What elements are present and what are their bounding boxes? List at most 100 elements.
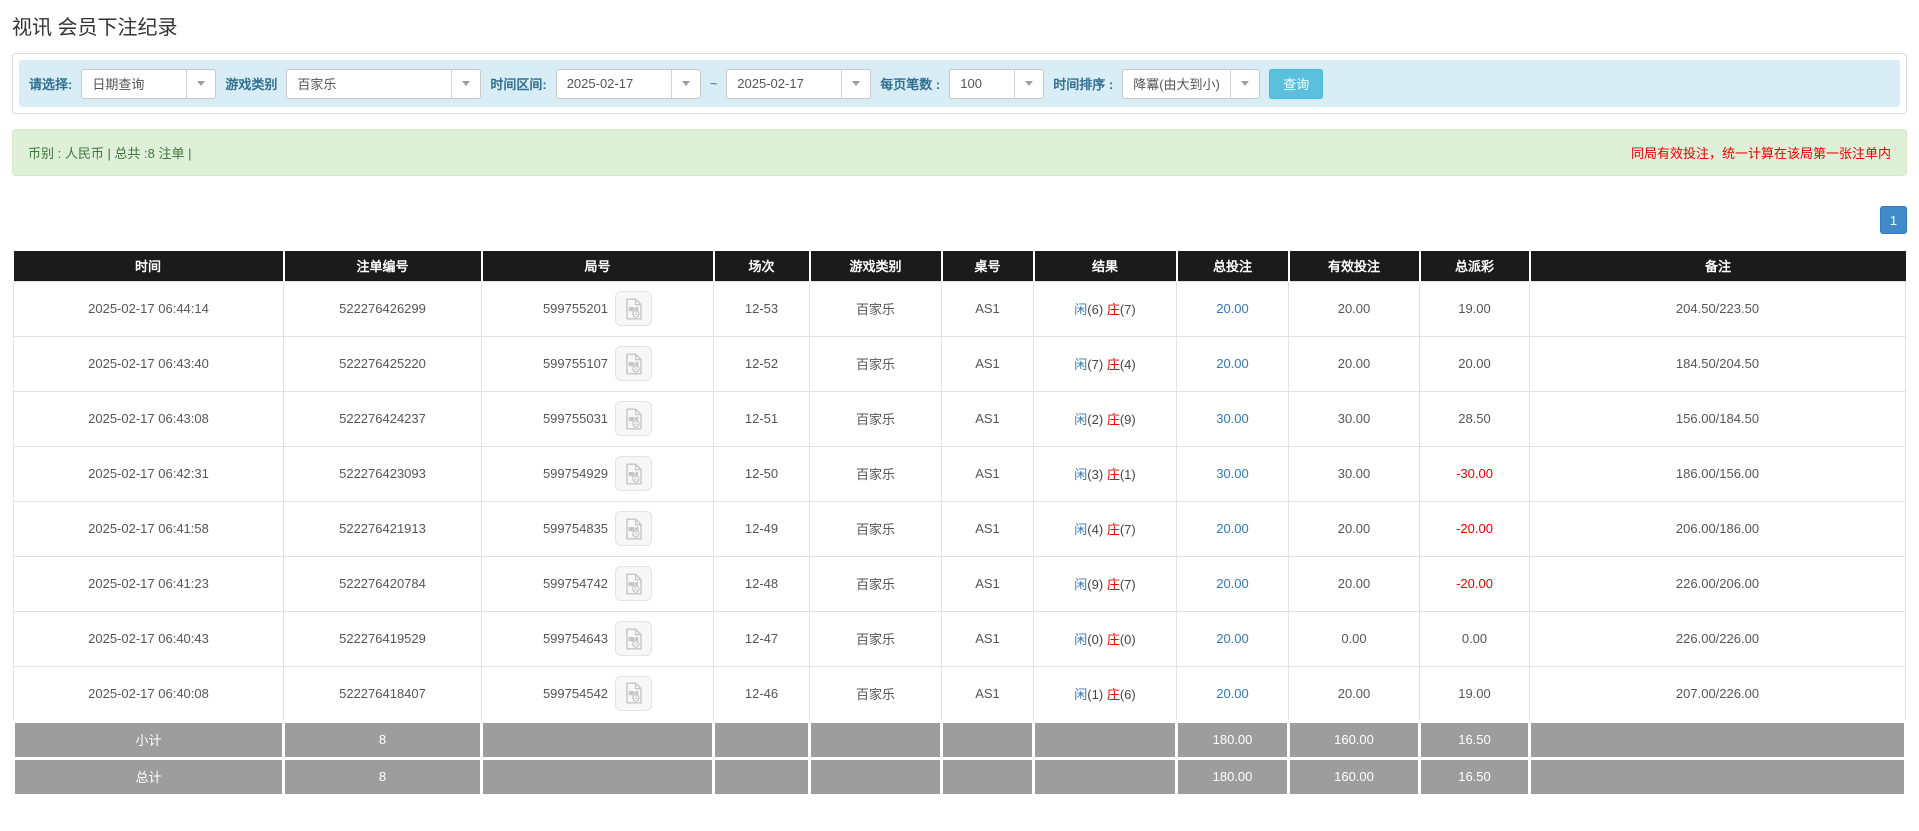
bet-record-row: 2025-02-17 06:42:31 522276423093 599754929… — [13, 445, 1906, 502]
cell-time: 2025-02-17 06:43:08 — [13, 390, 284, 447]
cell-total-bet[interactable]: 20.00 — [1176, 555, 1289, 612]
time-sort-label: 时间排序 : — [1053, 77, 1114, 92]
cell-result: 闲(9) 庄(7) — [1033, 555, 1177, 612]
result-player-label: 闲 — [1074, 686, 1088, 702]
result-banker-score: (4) — [1119, 357, 1136, 372]
cell-table-no: AS1 — [941, 280, 1034, 337]
cell-bet-id: 522276419529 — [283, 610, 482, 667]
video-record-icon — [625, 628, 642, 649]
cell-result: 闲(2) 庄(9) — [1033, 390, 1177, 447]
cell-total-bet[interactable]: 30.00 — [1176, 390, 1289, 447]
query-type-select[interactable]: 日期查询 — [81, 68, 217, 99]
cell-remark: 207.00/226.00 — [1529, 665, 1906, 722]
page-1-button[interactable]: 1 — [1880, 206, 1907, 234]
round-id-text: 599755107 — [542, 356, 609, 371]
result-banker-score: (7) — [1119, 522, 1136, 537]
cell-time: 2025-02-17 06:42:31 — [13, 445, 284, 502]
chevron-down-icon — [670, 69, 700, 98]
cell-session: 12-46 — [713, 665, 810, 722]
video-replay-button[interactable] — [615, 566, 653, 601]
cell-valid-bet: 30.00 — [1288, 390, 1420, 447]
date-from-value: 2025-02-17 — [566, 76, 634, 91]
result-player-label: 闲 — [1074, 632, 1088, 647]
video-replay-button[interactable] — [615, 401, 653, 436]
cell-payout: 28.50 — [1419, 390, 1530, 447]
cell-session: 12-48 — [713, 555, 810, 612]
cell-session: 12-49 — [713, 500, 810, 557]
total-row: 总计 8 180.00 160.00 16.50 — [12, 756, 1907, 797]
time-range-label: 时间区间: — [490, 77, 547, 92]
result-player-label: 闲 — [1074, 302, 1088, 317]
cell-remark: 204.50/223.50 — [1529, 280, 1906, 337]
cell-time: 2025-02-17 06:41:23 — [13, 555, 284, 612]
cell-bet-id: 522276426299 — [283, 280, 482, 337]
header-time: 时间 — [13, 251, 285, 281]
round-id-text: 599754835 — [542, 521, 609, 536]
cell-time: 2025-02-17 06:40:08 — [13, 665, 284, 722]
cell-total-bet[interactable]: 20.00 — [1176, 500, 1289, 557]
cell-payout: 19.00 — [1419, 665, 1530, 722]
video-replay-button[interactable] — [615, 346, 653, 381]
total-bet-link: 20.00 — [1216, 356, 1249, 371]
cell-remark: 226.00/206.00 — [1529, 555, 1906, 612]
chevron-down-icon — [186, 69, 215, 98]
video-replay-button[interactable] — [615, 511, 653, 546]
date-from-select[interactable]: 2025-02-17 — [555, 68, 701, 99]
date-to-select[interactable]: 2025-02-17 — [726, 68, 872, 99]
time-sort-value: 降冪(由大到小) — [1133, 77, 1220, 92]
result-banker-score: (9) — [1119, 412, 1136, 427]
result-banker-label: 庄 — [1106, 686, 1120, 702]
cell-payout: -20.00 — [1419, 555, 1530, 612]
pagination: 1 — [12, 206, 1907, 234]
cell-bet-id: 522276423093 — [283, 445, 482, 502]
time-sort-select[interactable]: 降冪(由大到小) — [1122, 68, 1261, 99]
video-record-icon — [625, 353, 642, 374]
result-player-label: 闲 — [1074, 412, 1088, 427]
result-player-score: (1) — [1087, 686, 1104, 702]
query-type-value: 日期查询 — [92, 77, 145, 92]
bet-record-row: 2025-02-17 06:40:08 522276418407 599754542… — [13, 665, 1906, 722]
cell-game-type: 百家乐 — [809, 555, 942, 612]
cell-round-id: 599754542 — [481, 665, 714, 722]
cell-table-no: AS1 — [941, 555, 1034, 612]
cell-total-bet[interactable]: 20.00 — [1176, 335, 1289, 392]
round-id-text: 599755031 — [542, 411, 609, 426]
round-id-wrap: 599754929 — [483, 456, 712, 491]
filter-bar: 请选择: 日期查询 游戏类别 百家乐 时间区间: 2025-02-17 ~ 20… — [19, 60, 1900, 107]
header-table-no: 桌号 — [941, 251, 1035, 281]
page-size-select[interactable]: 100 — [949, 68, 1045, 99]
result-player-label: 闲 — [1074, 522, 1088, 537]
total-count: 8 — [282, 756, 483, 797]
result-player-label: 闲 — [1074, 577, 1088, 592]
cell-remark: 206.00/186.00 — [1529, 500, 1906, 557]
cell-game-type: 百家乐 — [809, 445, 942, 502]
result-player-label: 闲 — [1074, 357, 1088, 372]
cell-remark: 184.50/204.50 — [1529, 335, 1906, 392]
round-id-text: 599754929 — [542, 466, 609, 481]
result-player-score: (6) — [1087, 302, 1104, 317]
search-button[interactable]: 查询 — [1269, 68, 1324, 99]
header-valid-bet: 有效投注 — [1288, 251, 1421, 281]
result-banker-score: (0) — [1119, 632, 1136, 647]
video-replay-button[interactable] — [615, 621, 653, 656]
cell-game-type: 百家乐 — [809, 665, 942, 722]
cell-valid-bet: 20.00 — [1288, 555, 1420, 612]
cell-table-no: AS1 — [941, 665, 1034, 722]
cell-time: 2025-02-17 06:44:14 — [13, 280, 284, 337]
video-record-icon — [625, 408, 642, 429]
subtotal-count: 8 — [282, 719, 483, 760]
cell-result: 闲(6) 庄(7) — [1033, 280, 1177, 337]
cell-total-bet[interactable]: 20.00 — [1176, 610, 1289, 667]
video-replay-button[interactable] — [615, 291, 653, 326]
cell-round-id: 599754929 — [481, 445, 714, 502]
result-banker-label: 庄 — [1106, 522, 1120, 537]
cell-total-bet[interactable]: 20.00 — [1176, 280, 1289, 337]
video-replay-button[interactable] — [615, 675, 653, 711]
result-banker-label: 庄 — [1106, 632, 1120, 647]
game-type-select[interactable]: 百家乐 — [286, 68, 482, 99]
cell-game-type: 百家乐 — [809, 335, 942, 392]
video-replay-button[interactable] — [615, 456, 653, 491]
cell-round-id: 599754742 — [481, 555, 714, 612]
cell-total-bet[interactable]: 30.00 — [1176, 445, 1289, 502]
cell-total-bet[interactable]: 20.00 — [1176, 665, 1289, 722]
